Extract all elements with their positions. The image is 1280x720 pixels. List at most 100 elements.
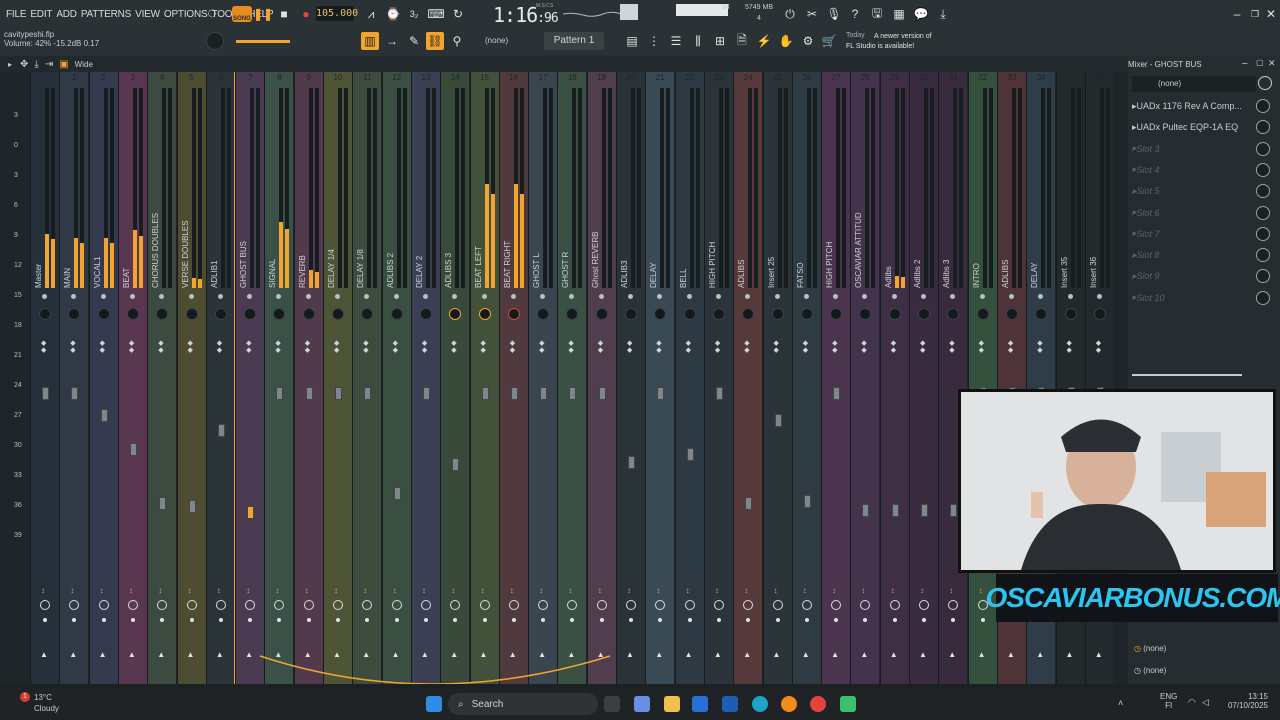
route-up-icon[interactable]: ▲ bbox=[1036, 650, 1044, 659]
fx-enable-dot[interactable] bbox=[160, 618, 165, 622]
route-knob-icon[interactable] bbox=[245, 600, 256, 610]
search-box[interactable]: ⌕ Search bbox=[448, 693, 598, 715]
mute-led[interactable] bbox=[1096, 294, 1102, 299]
song-mode-toggle[interactable]: SONG bbox=[232, 6, 252, 22]
send-arrow-icon[interactable]: ↕ bbox=[861, 586, 865, 595]
strip-name[interactable]: Adlibs 3 bbox=[942, 212, 954, 288]
volume-fader[interactable] bbox=[715, 386, 723, 400]
route-up-icon[interactable]: ▲ bbox=[187, 650, 195, 659]
export-icon[interactable]: ⤓ bbox=[934, 5, 952, 23]
close-icon[interactable]: ✕ bbox=[1262, 5, 1280, 23]
fx-enable-dot[interactable] bbox=[804, 618, 809, 622]
route-up-icon[interactable]: ▲ bbox=[1095, 650, 1103, 659]
menu-patterns[interactable]: PATTERNS bbox=[79, 9, 133, 20]
volume-fader[interactable] bbox=[950, 503, 958, 517]
fx-enable-dot[interactable] bbox=[775, 618, 780, 622]
send-arrow-icon[interactable]: ↕ bbox=[100, 586, 104, 595]
volume-fader[interactable] bbox=[510, 386, 518, 400]
mute-led[interactable] bbox=[540, 294, 546, 299]
playlist-icon[interactable]: ▤ bbox=[623, 32, 641, 50]
route-up-icon[interactable]: ▲ bbox=[948, 650, 956, 659]
lang-indicator[interactable]: ENG FI bbox=[1160, 692, 1177, 710]
mixer-strip[interactable]: 25 Insert 25 ◆ ◆ ↕ ▲ bbox=[762, 72, 792, 684]
effect-slot[interactable]: ▸ UADx 1176 Rev A Comp... bbox=[1132, 96, 1276, 116]
strip-name[interactable]: OSCAVIAR ATTITUDE bbox=[854, 212, 866, 288]
stereo-separation-icon[interactable]: ◆ ◆ bbox=[217, 340, 222, 354]
route-up-icon[interactable]: ▲ bbox=[362, 650, 370, 659]
pan-knob[interactable] bbox=[478, 308, 491, 320]
effect-slot[interactable]: ▸ UADx Pultec EQP-1A EQ bbox=[1132, 117, 1276, 137]
mute-led[interactable] bbox=[598, 294, 604, 299]
draw-icon[interactable]: ✎ bbox=[405, 32, 423, 50]
slot-mix-knob[interactable] bbox=[1256, 99, 1270, 113]
browser-icon[interactable]: ⊞ bbox=[711, 32, 729, 50]
slot-mix-knob[interactable] bbox=[1256, 184, 1270, 199]
mixer-strip[interactable]: 14 ADLIBS 3 ◆ ◆ ↕ ▲ bbox=[440, 72, 470, 684]
fx-enable-dot[interactable] bbox=[189, 618, 194, 622]
route-up-icon[interactable]: ▲ bbox=[743, 650, 751, 659]
fx-enable-dot[interactable] bbox=[394, 618, 399, 622]
strip-name[interactable]: DELAY bbox=[649, 212, 661, 288]
mixer-strip[interactable]: 30 Adlibs 2 ◆ ◆ ↕ ▲ bbox=[909, 72, 938, 684]
send-arrow-icon[interactable]: ↕ bbox=[949, 586, 953, 595]
mixer-strip[interactable]: 17 GHOST L ◆ ◆ ↕ ▲ bbox=[528, 72, 558, 684]
send-arrow-icon[interactable]: ↕ bbox=[217, 586, 221, 595]
pattern-select[interactable]: Pattern 1 bbox=[544, 32, 604, 50]
route-knob-icon[interactable] bbox=[40, 600, 50, 610]
send-arrow-icon[interactable]: ↕ bbox=[891, 586, 895, 595]
touch-icon[interactable]: ✋ bbox=[777, 32, 795, 50]
fx-enable-dot[interactable] bbox=[130, 618, 135, 622]
color-swatch-icon[interactable]: ▣ bbox=[59, 59, 68, 70]
microphone-icon[interactable]: 🎙 bbox=[825, 5, 843, 23]
mixer-strip[interactable]: 3 BEAT ◆ ◆ ↕ ▲ bbox=[117, 72, 147, 684]
pan-knob[interactable] bbox=[742, 308, 755, 320]
send-arrow-icon[interactable]: ↕ bbox=[539, 586, 543, 595]
link-icon[interactable]: ⛓ bbox=[426, 32, 444, 50]
pan-knob[interactable] bbox=[39, 308, 51, 320]
mixer-strip[interactable]: 5 VERSE DOUBLES ◆ ◆ ↕ ▲ bbox=[176, 72, 206, 684]
menu-view[interactable]: VIEW bbox=[133, 9, 162, 20]
menu-add[interactable]: ADD bbox=[54, 9, 79, 20]
mute-led[interactable] bbox=[921, 294, 926, 299]
strip-name[interactable]: FATSO bbox=[796, 212, 808, 288]
route-knob-icon[interactable] bbox=[831, 600, 842, 610]
mute-led[interactable] bbox=[1008, 294, 1014, 299]
send-arrow-icon[interactable]: ↕ bbox=[686, 586, 690, 595]
send-arrow-icon[interactable]: ↕ bbox=[627, 586, 631, 595]
stereo-separation-icon[interactable]: ◆ ◆ bbox=[246, 340, 251, 354]
mute-led[interactable] bbox=[71, 294, 77, 299]
send-arrow-icon[interactable]: ↕ bbox=[41, 586, 45, 595]
route-knob-icon[interactable] bbox=[215, 600, 226, 610]
fx-enable-dot[interactable] bbox=[336, 618, 340, 622]
route-up-icon[interactable]: ▲ bbox=[509, 650, 517, 659]
effect-slot[interactable]: ▸ Slot 6 bbox=[1132, 203, 1276, 223]
route-knob-icon[interactable] bbox=[743, 600, 754, 610]
route-up-icon[interactable]: ▲ bbox=[890, 650, 898, 659]
menu-file[interactable]: FILE bbox=[4, 9, 28, 20]
fx-enable-dot[interactable] bbox=[541, 618, 546, 622]
strip-name[interactable]: ADLIB3 bbox=[620, 212, 632, 288]
route-knob-icon[interactable] bbox=[391, 600, 402, 610]
mixer-strip[interactable]: Master ◆ ◆ ↕ ▲ bbox=[30, 72, 59, 684]
route-up-icon[interactable]: ▲ bbox=[655, 650, 663, 659]
stereo-separation-icon[interactable]: ◆ ◆ bbox=[1096, 340, 1101, 354]
mute-led[interactable] bbox=[803, 294, 809, 299]
stereo-separation-icon[interactable]: ◆ ◆ bbox=[1037, 340, 1042, 354]
mixer-strip[interactable]: 18 GHOST R ◆ ◆ ↕ ▲ bbox=[557, 72, 587, 684]
volume-fader[interactable] bbox=[364, 386, 372, 400]
stereo-separation-icon[interactable]: ◆ ◆ bbox=[275, 340, 280, 354]
route-up-icon[interactable]: ▲ bbox=[304, 650, 312, 659]
strip-name[interactable]: CHORUS DOUBLES bbox=[151, 212, 163, 288]
fx-enable-dot[interactable] bbox=[72, 618, 77, 622]
strip-name[interactable]: Insert 36 bbox=[1089, 212, 1101, 288]
stereo-separation-icon[interactable]: ◆ ◆ bbox=[949, 340, 954, 354]
fx-enable-dot[interactable] bbox=[716, 618, 721, 622]
volume-fader[interactable] bbox=[598, 386, 606, 400]
route-knob-icon[interactable] bbox=[450, 600, 461, 610]
strip-name[interactable]: BELL bbox=[679, 212, 691, 288]
route-up-icon[interactable]: ▲ bbox=[128, 650, 136, 659]
route-up-icon[interactable]: ▲ bbox=[978, 650, 986, 659]
stereo-separation-icon[interactable]: ◆ ◆ bbox=[920, 340, 925, 354]
strip-name[interactable]: ADLIBS 3 bbox=[444, 212, 456, 288]
strip-name[interactable]: Master bbox=[34, 212, 46, 288]
